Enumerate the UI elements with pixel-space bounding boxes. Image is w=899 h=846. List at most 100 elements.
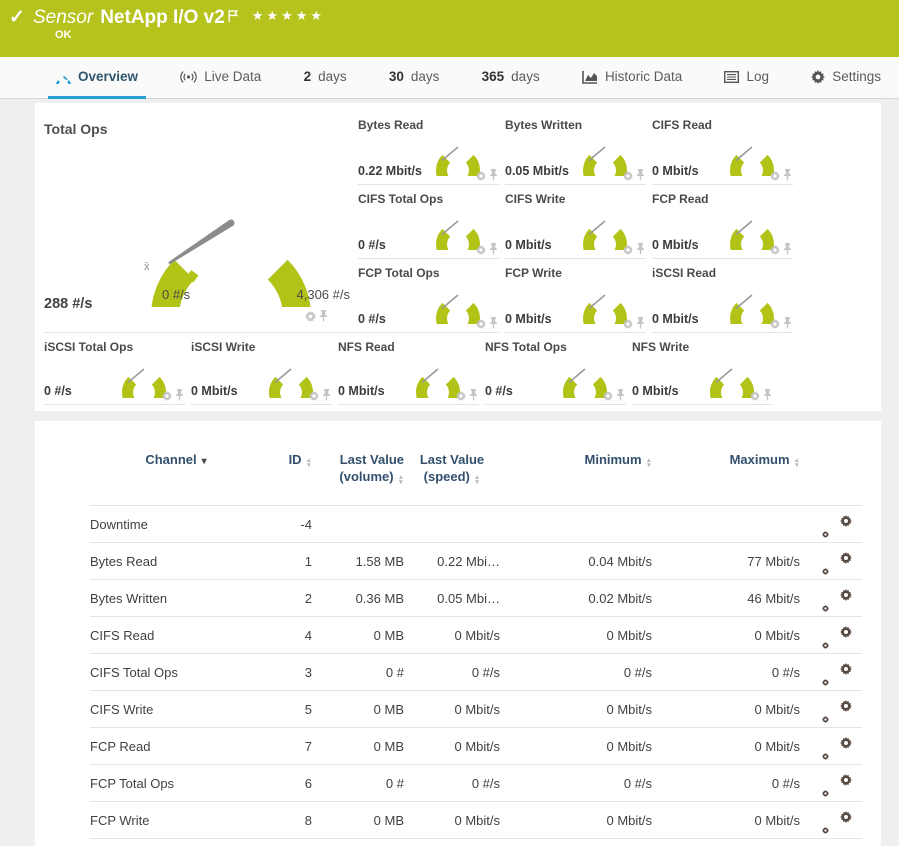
cell-id: 8 xyxy=(262,802,312,839)
flag-icon[interactable] xyxy=(228,6,238,28)
gear-icon[interactable] xyxy=(476,319,486,329)
live-data-icon xyxy=(180,70,197,84)
pin-icon[interactable] xyxy=(783,169,792,181)
column-header-id[interactable]: ID▲▼ xyxy=(262,435,312,506)
gauge-value: 0 #/s xyxy=(358,238,386,252)
tab-settings[interactable]: Settings xyxy=(803,57,889,99)
gauge-tile-iscsi-read: iSCSI Read0 Mbit/s xyxy=(652,259,793,333)
gauge-value: 0.05 Mbit/s xyxy=(505,164,569,178)
pin-icon[interactable] xyxy=(783,243,792,255)
gauge-value: 0 Mbit/s xyxy=(191,384,238,398)
sort-desc-icon: ▾ xyxy=(202,456,207,467)
cell-last-value-volume: 0 # xyxy=(312,654,404,691)
channel-settings-icon[interactable] xyxy=(822,589,840,604)
pin-icon[interactable] xyxy=(783,317,792,329)
pin-icon[interactable] xyxy=(469,389,478,401)
gear-icon[interactable] xyxy=(623,171,633,181)
pin-icon[interactable] xyxy=(175,389,184,401)
pin-icon[interactable] xyxy=(616,389,625,401)
cell-id: 1 xyxy=(262,543,312,580)
tab-2-days[interactable]: 2days xyxy=(296,57,355,99)
cell-last-value-volume: 0.36 MB xyxy=(312,580,404,617)
sort-icon: ▲▼ xyxy=(794,459,800,468)
pin-icon[interactable] xyxy=(322,389,331,401)
tab-30-days[interactable]: 30days xyxy=(381,57,448,99)
channel-settings-icon[interactable] xyxy=(822,700,840,715)
cell-last-value-volume: 0 MB xyxy=(312,839,404,846)
gauge-value: 0 Mbit/s xyxy=(652,238,699,252)
gear-icon[interactable] xyxy=(770,245,780,255)
column-header-minimum[interactable]: Minimum▲▼ xyxy=(500,435,652,506)
channel-settings-icon[interactable] xyxy=(822,737,840,752)
tab-historic-data[interactable]: Historic Data xyxy=(574,57,690,99)
gear-icon[interactable] xyxy=(476,245,486,255)
total-ops-gauge-tile: Total Ops x̄ 0 #/s 4,306 #/s 288 #/s xyxy=(44,111,358,333)
tab-log[interactable]: Log xyxy=(716,57,777,99)
cell-last-value-speed: 0 Mbit/s xyxy=(404,802,500,839)
content-area: Total Ops x̄ 0 #/s 4,306 #/s 288 #/s xyxy=(0,99,899,846)
gauge-tile-bytes-read: Bytes Read0.22 Mbit/s xyxy=(358,111,499,185)
column-header-last-value-speed-[interactable]: Last Value (speed)▲▼ xyxy=(404,435,500,506)
column-label: Last Value (volume) xyxy=(339,452,404,484)
cell-maximum xyxy=(652,506,800,543)
column-header-maximum[interactable]: Maximum▲▼ xyxy=(652,435,800,506)
column-header-channel[interactable]: Channel▾ xyxy=(90,435,262,506)
tab-label: days xyxy=(511,69,540,84)
cell-maximum: 0 Mbit/s xyxy=(652,802,800,839)
pin-icon[interactable] xyxy=(489,169,498,181)
pin-icon[interactable] xyxy=(636,169,645,181)
channel-settings-icon[interactable] xyxy=(822,774,840,789)
tab-label: Live Data xyxy=(204,69,261,84)
tab-365-days[interactable]: 365days xyxy=(474,57,548,99)
gear-icon[interactable] xyxy=(305,311,316,322)
channel-settings-icon[interactable] xyxy=(822,663,840,678)
cell-id: 10 xyxy=(262,839,312,846)
gear-icon[interactable] xyxy=(770,319,780,329)
gauge-tile-iscsi-write: iSCSI Write0 Mbit/s xyxy=(191,333,332,405)
pin-icon[interactable] xyxy=(636,243,645,255)
pin-icon[interactable] xyxy=(319,310,328,322)
cell-channel: CIFS Read xyxy=(90,617,262,654)
channel-settings-icon[interactable] xyxy=(822,811,840,826)
tab-label: days xyxy=(411,69,440,84)
cell-last-value-volume: 0 MB xyxy=(312,691,404,728)
table-row: CIFS Read40 MB0 Mbit/s0 Mbit/s0 Mbit/s xyxy=(90,617,862,654)
cell-maximum: 77 Mbit/s xyxy=(652,543,800,580)
gear-icon[interactable] xyxy=(623,319,633,329)
sensor-status-badge: OK xyxy=(55,29,72,41)
gear-icon[interactable] xyxy=(623,245,633,255)
cell-id: 6 xyxy=(262,765,312,802)
gear-icon[interactable] xyxy=(162,391,172,401)
channels-table-header: Channel▾ID▲▼Last Value (volume)▲▼Last Va… xyxy=(90,435,862,506)
tab-live-data[interactable]: Live Data xyxy=(172,57,269,99)
table-row: CIFS Total Ops30 #0 #/s0 #/s0 #/s xyxy=(90,654,862,691)
cell-minimum: 0.04 Mbit/s xyxy=(500,543,652,580)
tab-overview[interactable]: Overview xyxy=(48,57,146,99)
tab-label: Overview xyxy=(78,69,138,84)
gauge-value: 0.22 Mbit/s xyxy=(358,164,422,178)
cell-minimum: 0.02 Mbit/s xyxy=(500,580,652,617)
gear-icon[interactable] xyxy=(750,391,760,401)
gear-icon[interactable] xyxy=(770,171,780,181)
column-header-last-value-volume-[interactable]: Last Value (volume)▲▼ xyxy=(312,435,404,506)
cell-id: 4 xyxy=(262,617,312,654)
pin-icon[interactable] xyxy=(636,317,645,329)
gear-icon[interactable] xyxy=(456,391,466,401)
pin-icon[interactable] xyxy=(489,317,498,329)
gear-icon[interactable] xyxy=(603,391,613,401)
cell-last-value-volume: 0 MB xyxy=(312,617,404,654)
gauge-tile-fcp-total-ops: FCP Total Ops0 #/s xyxy=(358,259,499,333)
channel-settings-icon[interactable] xyxy=(822,626,840,641)
cell-id: 7 xyxy=(262,728,312,765)
channel-settings-icon[interactable] xyxy=(822,552,840,567)
sort-icon: ▲▼ xyxy=(398,476,404,485)
cell-maximum: 0 Mbit/s xyxy=(652,839,800,846)
gear-icon[interactable] xyxy=(476,171,486,181)
pin-icon[interactable] xyxy=(763,389,772,401)
channel-settings-icon[interactable] xyxy=(822,515,840,530)
priority-stars[interactable]: ★★★★★ xyxy=(252,8,325,23)
small-gauges-grid: Bytes Read0.22 Mbit/sBytes Written0.05 M… xyxy=(358,111,793,333)
status-ok-check-icon: ✓ xyxy=(9,6,25,29)
gear-icon[interactable] xyxy=(309,391,319,401)
pin-icon[interactable] xyxy=(489,243,498,255)
